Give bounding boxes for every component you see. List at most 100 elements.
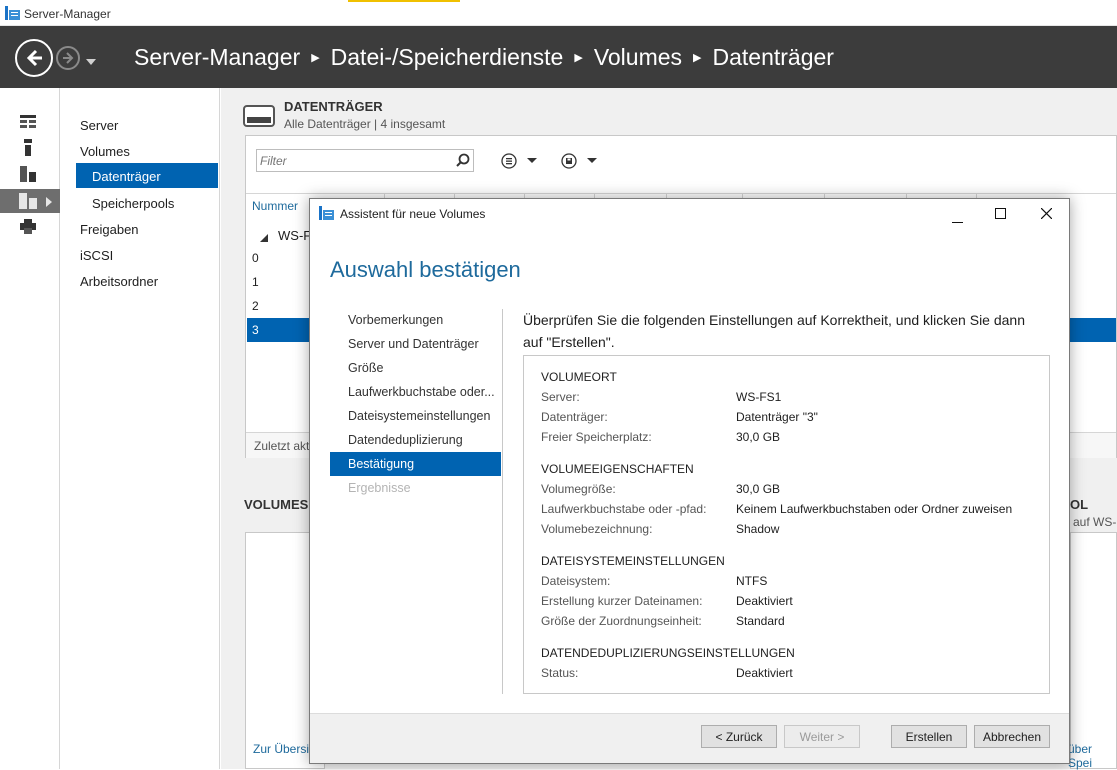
group-label: WS-F xyxy=(278,228,312,243)
summary-label: Server: xyxy=(541,390,580,404)
summary-label: Status: xyxy=(541,666,579,680)
nav-item-shares[interactable]: Freigaben xyxy=(80,222,139,237)
save-query-icon[interactable] xyxy=(561,153,601,172)
nav-item-disks-label: Datenträger xyxy=(92,169,161,184)
expand-chevron-icon xyxy=(46,196,52,210)
breadcrumb-file-storage[interactable]: Datei-/Speicherdienste xyxy=(331,44,564,71)
summary-section-title: VOLUMEORT xyxy=(541,370,617,384)
server-manager-app-icon xyxy=(5,6,20,23)
summary-label: Erstellung kurzer Dateinamen: xyxy=(541,594,703,608)
wizard-app-icon xyxy=(319,206,334,223)
title-accent-line xyxy=(348,0,460,2)
filter-box[interactable] xyxy=(256,149,474,172)
steps-divider xyxy=(502,309,503,694)
dialog-footer-divider xyxy=(310,713,1069,714)
summary-label: Dateisystem: xyxy=(541,574,611,588)
storage-pool-panel xyxy=(1070,532,1117,769)
new-volume-wizard-dialog: Assistent für neue Volumes Auswahl bestä… xyxy=(309,198,1070,764)
arrow-left-icon xyxy=(26,49,42,67)
wizard-step[interactable]: Datendeduplizierung xyxy=(348,433,463,447)
window-titlebar: Server-Manager xyxy=(0,0,1117,26)
summary-value: Datenträger "3" xyxy=(736,410,818,424)
disks-section-subtitle: Alle Datenträger | 4 insgesamt xyxy=(284,117,446,131)
storage-pool-section-subtitle: auf WS- xyxy=(1073,515,1117,529)
table-row-number: 3 xyxy=(252,323,259,337)
summary-value: Standard xyxy=(736,614,785,628)
summary-label: Freier Speicherplatz: xyxy=(541,430,652,444)
filter-input[interactable] xyxy=(257,150,447,171)
wizard-step[interactable]: Server und Datenträger xyxy=(348,337,479,351)
summary-value: Deaktiviert xyxy=(736,594,793,608)
breadcrumb-separator-icon: ▶ xyxy=(311,52,320,64)
breadcrumb-disks[interactable]: Datenträger xyxy=(713,44,834,71)
search-icon[interactable] xyxy=(456,153,470,170)
all-servers-icon[interactable] xyxy=(20,166,36,185)
wizard-step-active[interactable]: Bestätigung xyxy=(330,452,501,476)
window-title: Server-Manager xyxy=(24,7,111,21)
volumes-overview-link[interactable]: Zur Übersic xyxy=(253,742,315,756)
disks-section-title: DATENTRÄGER xyxy=(284,99,383,114)
summary-box: VOLUMEORT Server: WS-FS1 Datenträger: Da… xyxy=(523,355,1050,694)
breadcrumb-separator-icon: ▶ xyxy=(693,52,702,64)
table-row[interactable]: 0 xyxy=(252,251,259,265)
summary-value: NTFS xyxy=(736,574,768,588)
nav-item-disks-selected[interactable]: Datenträger xyxy=(76,163,218,188)
wizard-step[interactable]: Vorbemerkungen xyxy=(348,313,443,327)
summary-value: Keinem Laufwerkbuchstaben oder Ordner zu… xyxy=(736,502,1013,516)
maximize-icon[interactable] xyxy=(995,208,1006,222)
nav-item-work-folders[interactable]: Arbeitsordner xyxy=(80,274,158,289)
nav-item-volumes[interactable]: Volumes xyxy=(80,144,130,159)
summary-value: WS-FS1 xyxy=(736,390,782,404)
storage-pool-link[interactable]: über Spei xyxy=(1068,742,1117,770)
wizard-step[interactable]: Laufwerkbuchstabe oder... xyxy=(348,385,495,399)
nav-item-iscsi[interactable]: iSCSI xyxy=(80,248,113,263)
table-row[interactable]: 1 xyxy=(252,275,259,289)
breadcrumb-volumes[interactable]: Volumes xyxy=(594,44,682,71)
file-storage-icon xyxy=(19,193,37,212)
wizard-step[interactable]: Dateisystemeinstellungen xyxy=(348,409,490,423)
summary-section-title: VOLUMEEIGENSCHAFTEN xyxy=(541,462,694,476)
dialog-body: Auswahl bestätigen Vorbemerkungen Server… xyxy=(310,229,1069,713)
summary-value: 30,0 GB xyxy=(736,482,781,496)
list-view-options-icon[interactable] xyxy=(501,153,541,172)
nav-item-storage-pools[interactable]: Speicherpools xyxy=(92,196,174,211)
dialog-titlebar: Assistent für neue Volumes xyxy=(310,199,1069,229)
column-header-number[interactable]: Nummer xyxy=(252,199,298,213)
cancel-button[interactable]: Abbrechen xyxy=(974,725,1050,748)
history-dropdown-icon[interactable] xyxy=(86,54,96,68)
nav-item-server[interactable]: Server xyxy=(80,118,118,133)
back-wizard-button[interactable]: < Zurück xyxy=(701,725,777,748)
summary-label: Volumegröße: xyxy=(541,482,616,496)
volumes-section-title: VOLUMES xyxy=(244,497,309,512)
dashboard-icon[interactable] xyxy=(20,115,36,132)
summary-label: Laufwerkbuchstabe oder -pfad: xyxy=(541,502,707,516)
local-server-icon[interactable] xyxy=(24,139,32,159)
dialog-title: Assistent für neue Volumes xyxy=(340,207,486,221)
wizard-step-disabled: Ergebnisse xyxy=(348,481,411,495)
back-button[interactable] xyxy=(15,39,53,77)
wizard-step[interactable]: Größe xyxy=(348,361,383,375)
file-storage-nav-selected[interactable] xyxy=(0,189,60,213)
summary-label: Größe der Zuordnungseinheit: xyxy=(541,614,702,628)
summary-section-title: DATEISYSTEMEINSTELLUNGEN xyxy=(541,554,725,568)
minimize-icon[interactable] xyxy=(952,213,963,227)
left-icon-bar xyxy=(0,88,60,769)
nav-pane: Server Volumes Datenträger Speicherpools… xyxy=(60,88,220,769)
create-button[interactable]: Erstellen xyxy=(891,725,967,748)
breadcrumb: Server-Manager ▶ Datei-/Speicherdienste … xyxy=(134,44,834,71)
last-refresh-text: Zuletzt akt xyxy=(254,439,310,453)
print-services-icon[interactable] xyxy=(20,219,36,237)
next-wizard-button: Weiter > xyxy=(784,725,860,748)
forward-button[interactable] xyxy=(56,46,80,70)
breadcrumb-server-manager[interactable]: Server-Manager xyxy=(134,44,300,71)
summary-value: 30,0 GB xyxy=(736,430,781,444)
wizard-heading: Auswahl bestätigen xyxy=(330,257,521,282)
wizard-step-active-label: Bestätigung xyxy=(348,457,415,471)
summary-label: Datenträger: xyxy=(541,410,608,424)
instruction-text: Überprüfen Sie die folgenden Einstellung… xyxy=(523,312,1025,350)
group-collapse-icon[interactable] xyxy=(260,231,268,245)
summary-label: Volumebezeichnung: xyxy=(541,522,653,536)
table-row[interactable]: 2 xyxy=(252,299,259,313)
summary-section-title: DATENDEDUPLIZIERUNGSEINSTELLUNGEN xyxy=(541,646,795,660)
close-icon[interactable] xyxy=(1040,207,1053,222)
